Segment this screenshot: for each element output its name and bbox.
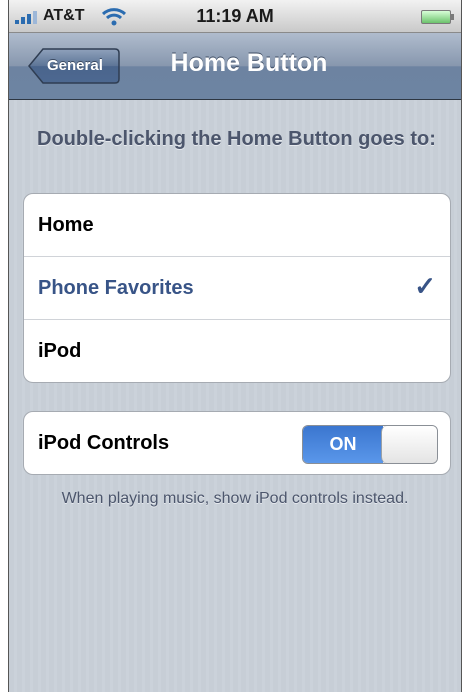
page-title: Home Button [170,49,328,77]
footer-note: When playing music, show iPod controls i… [61,490,409,507]
toggle-on-label: ON [303,426,383,463]
ipod-controls-row: iPod Controls ON [24,412,450,474]
battery-icon [421,10,454,24]
back-button[interactable]: General [27,47,121,85]
status-bar: AT&T 11:19 AM [9,0,461,33]
back-button-label: General [47,57,103,74]
option-label: Home [38,214,94,236]
home-button-options-group: Home Phone Favorites ✓ iPod [23,193,451,383]
ipod-controls-toggle[interactable]: ON [302,425,438,464]
ipod-controls-label: iPod Controls [38,432,170,454]
clock: 11:19 AM [196,6,274,26]
settings-screen: AT&T 11:19 AM General Home Button Double… [8,0,462,692]
ipod-controls-group: iPod Controls ON [23,411,451,475]
option-ipod[interactable]: iPod [24,320,450,382]
checkmark-icon: ✓ [414,271,436,301]
option-label: Phone Favorites [38,277,194,299]
option-label: iPod [38,340,82,362]
navigation-bar: General Home Button [9,33,461,100]
option-home[interactable]: Home [24,194,450,257]
section-header: Double-clicking the Home Button goes to: [37,128,436,150]
option-phone-favorites[interactable]: Phone Favorites ✓ [24,257,450,320]
toggle-knob[interactable] [381,426,437,463]
